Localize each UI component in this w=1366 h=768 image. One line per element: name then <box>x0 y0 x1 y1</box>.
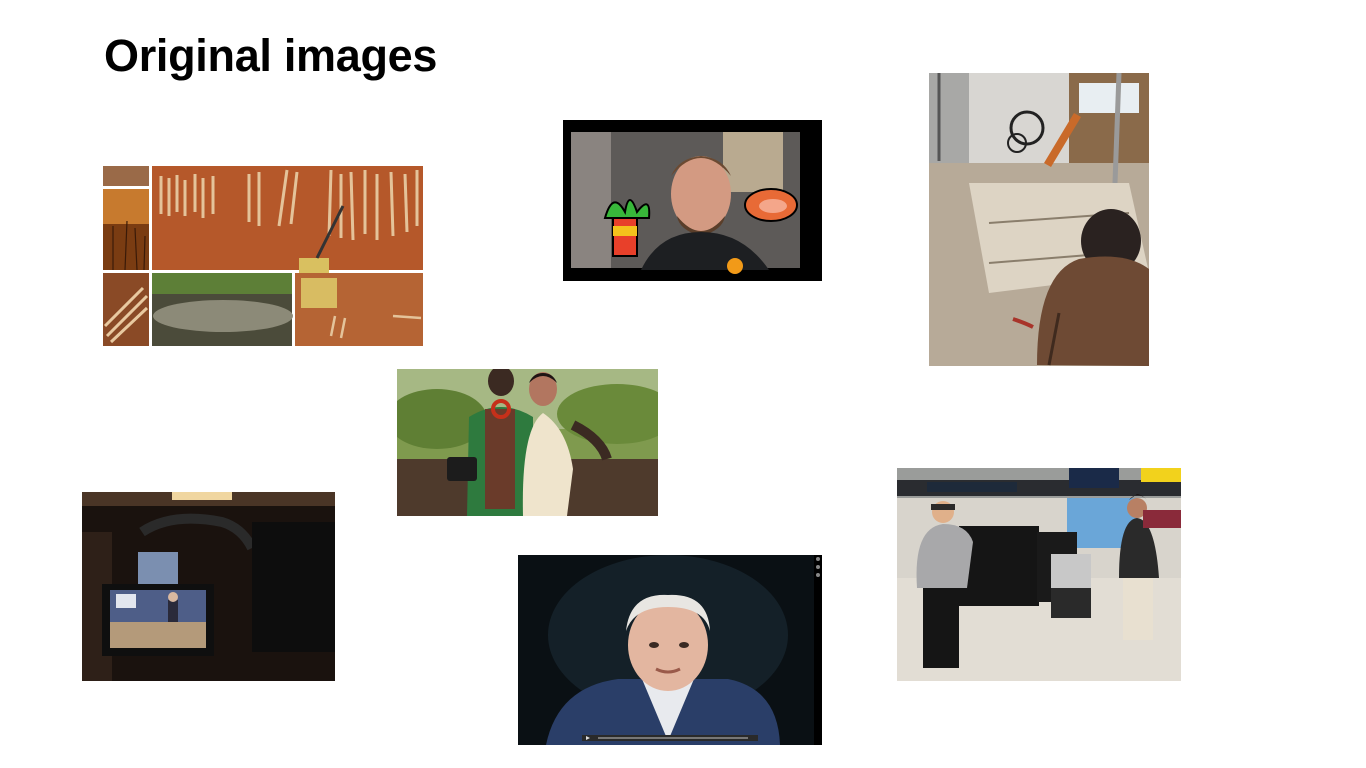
warehouse-woman-image <box>929 73 1149 366</box>
camera-monitor-image <box>82 492 335 681</box>
documentary-presenter-image <box>518 555 822 745</box>
slide-title: Original images <box>104 30 438 81</box>
logging-collage-image <box>103 166 423 346</box>
airport-crew-image <box>897 468 1181 681</box>
vlogger-with-stickers-image <box>563 120 822 281</box>
field-portrait-image <box>397 369 658 516</box>
